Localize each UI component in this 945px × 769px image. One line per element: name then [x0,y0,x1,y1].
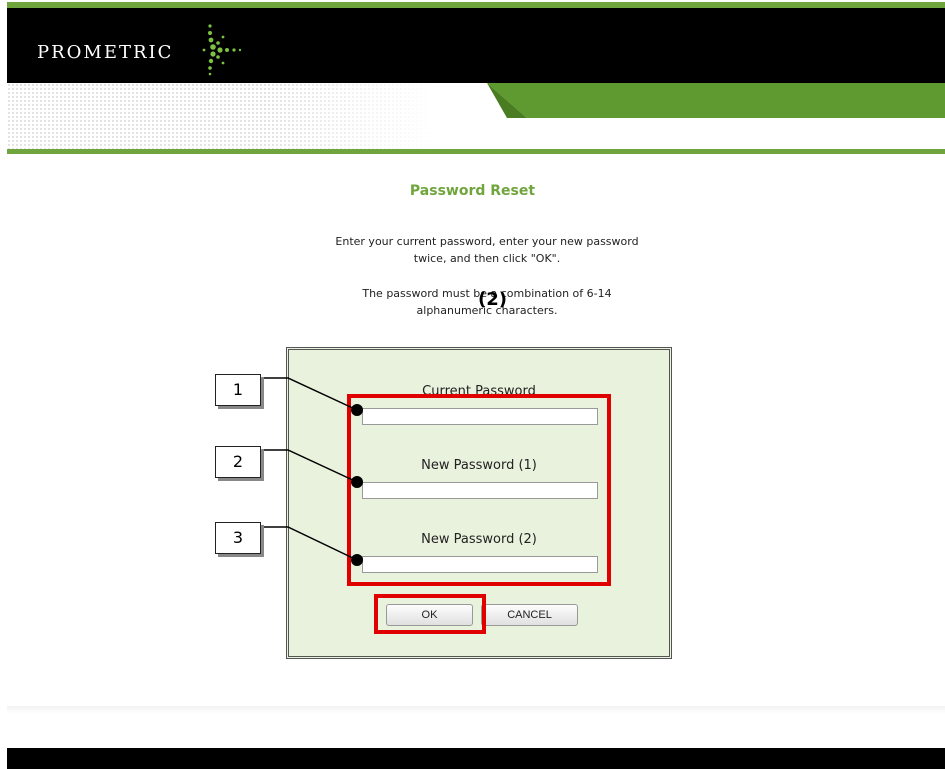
step-annotation-label: (2) [478,289,507,310]
prometric-starburst-icon [202,24,242,76]
callout-1: 1 [215,374,261,406]
prometric-logo-text: PROMETRIC [37,42,174,63]
site-header: PROMETRIC [7,8,945,83]
page-title: Password Reset [409,183,536,199]
banner-green-stripe [487,83,945,118]
ok-highlight-box [374,594,486,634]
callout-3: 3 [215,522,261,554]
banner-bottom-accent [7,149,945,154]
site-footer [7,748,945,769]
callout-2: 2 [215,446,261,478]
cancel-button[interactable]: CANCEL [481,604,578,626]
instruction-text: Enter your current password, enter your … [335,235,639,265]
footer-divider [7,706,945,714]
fields-highlight-box [347,394,611,586]
